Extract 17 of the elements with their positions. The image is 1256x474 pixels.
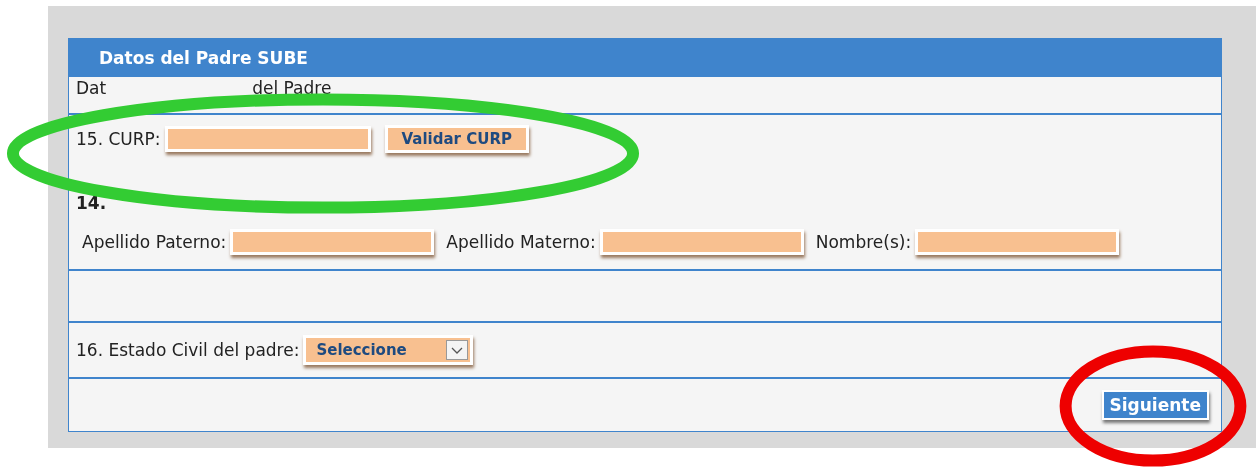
curp-input[interactable] — [164, 126, 371, 152]
name-input[interactable] — [230, 228, 435, 255]
section-title: del Padre — [252, 80, 332, 97]
chevron-icon — [446, 340, 469, 360]
section-title: Dat — [76, 80, 107, 97]
field-label: 16. Estado Civil del padre: — [76, 340, 300, 360]
field-label: Nombre(s): — [815, 231, 912, 252]
panel-title: Datos del Padre SUBE — [99, 48, 308, 68]
name-input[interactable] — [915, 228, 1120, 255]
status-dropdown[interactable]: Seleccione — [303, 335, 474, 365]
field-label: Apellido Materno: — [446, 231, 596, 252]
field-label: Apellido Paterno: — [82, 231, 227, 252]
name-input[interactable] — [599, 228, 804, 255]
validate-button[interactable]: Validar CURP — [384, 125, 529, 153]
section-heading: 14. — [76, 194, 108, 213]
field-label: 15. CURP: — [76, 129, 161, 149]
next-button[interactable]: Siguiente — [1101, 390, 1209, 420]
